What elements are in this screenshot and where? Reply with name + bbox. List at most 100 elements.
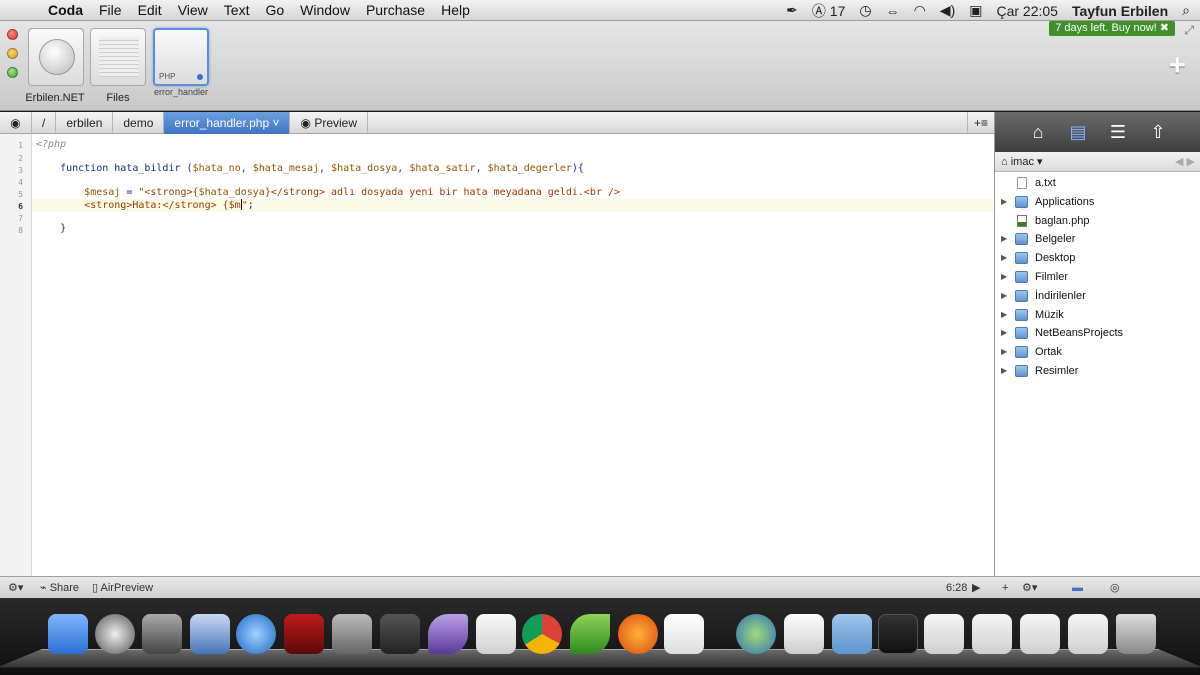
java-icon[interactable] xyxy=(664,614,704,654)
system-preferences-icon[interactable] xyxy=(332,614,372,654)
disclosure-triangle-icon[interactable]: ▶ xyxy=(1001,193,1007,211)
menu-help[interactable]: Help xyxy=(433,2,478,18)
time-machine-icon[interactable]: ◷ xyxy=(859,2,871,19)
breadcrumb-active-file[interactable]: error_handler.php ˅ xyxy=(164,111,291,134)
document-icon[interactable]: ☰ xyxy=(1105,119,1131,145)
volume-icon[interactable]: ◀) xyxy=(940,2,955,19)
preview-eye-icon: ◉ xyxy=(300,115,311,130)
pen-icon[interactable]: ✒ xyxy=(786,2,798,19)
window-thumbnail-icon[interactable] xyxy=(1020,614,1060,654)
disclosure-triangle-icon[interactable]: ▶ xyxy=(1001,362,1007,380)
play-icon[interactable]: ▶ xyxy=(972,577,980,599)
home-icon[interactable]: ⌂ xyxy=(1025,119,1051,145)
airpreview-button[interactable]: ▯ AirPreview xyxy=(92,577,153,599)
location-bar[interactable]: ⌂ imac ▾ ◀ ▶ xyxy=(995,152,1200,172)
file-name: a.txt xyxy=(1035,177,1056,189)
document-stack-icon[interactable] xyxy=(784,614,824,654)
file-row[interactable]: ▶ NetBeansProjects xyxy=(995,324,1200,342)
file-row[interactable]: ▶ Ortak xyxy=(995,343,1200,361)
add-file-icon[interactable]: + xyxy=(1002,577,1008,599)
file-row[interactable]: ▶ Desktop xyxy=(995,249,1200,267)
window-thumbnail-icon[interactable] xyxy=(1068,614,1108,654)
adobe-status-item[interactable]: Ⓐ 17 xyxy=(812,1,845,21)
menu-go[interactable]: Go xyxy=(257,2,292,18)
menu-edit[interactable]: Edit xyxy=(130,2,170,18)
itunes-icon[interactable] xyxy=(236,614,276,654)
network-globe-icon[interactable] xyxy=(736,614,776,654)
nav-arrows[interactable]: ◀ ▶ xyxy=(1175,152,1195,172)
window-thumbnail-icon[interactable] xyxy=(878,614,918,654)
menu-view[interactable]: View xyxy=(170,2,216,18)
menu-purchase[interactable]: Purchase xyxy=(358,2,433,18)
share-button[interactable]: ⌁ Share xyxy=(40,577,79,599)
close-window-button[interactable] xyxy=(7,29,18,40)
menu-app-name[interactable]: Coda xyxy=(40,2,91,18)
mail-stamp-icon[interactable] xyxy=(190,614,230,654)
code-editor[interactable]: 1 2 3 4 5 6 7 8 <?php function hata_bild… xyxy=(0,134,994,576)
mission-control-icon[interactable] xyxy=(142,614,182,654)
battery-icon[interactable]: ▣ xyxy=(969,2,982,19)
disclosure-triangle-icon[interactable]: ▶ xyxy=(1001,324,1007,342)
site-erbilen-thumbnail[interactable] xyxy=(28,28,84,86)
disclosure-triangle-icon[interactable]: ▶ xyxy=(1001,306,1007,324)
trash-icon[interactable] xyxy=(1116,614,1156,654)
file-row[interactable]: ▶ Applications xyxy=(995,193,1200,211)
error-handler-thumbnail[interactable]: PHP xyxy=(153,28,209,86)
zoom-window-button[interactable] xyxy=(7,67,18,78)
textedit-icon[interactable] xyxy=(476,614,516,654)
menu-text[interactable]: Text xyxy=(216,2,258,18)
trial-badge[interactable]: 7 days left. Buy now! ✖ xyxy=(1049,21,1175,36)
window-thumbnail-icon[interactable] xyxy=(924,614,964,654)
firefox-icon[interactable] xyxy=(618,614,658,654)
launchpad-icon[interactable] xyxy=(95,614,135,654)
window-thumbnail-icon[interactable] xyxy=(972,614,1012,654)
user-name[interactable]: Tayfun Erbilen xyxy=(1072,3,1168,19)
finder-icon[interactable] xyxy=(48,614,88,654)
file-row[interactable]: ▶ Belgeler xyxy=(995,230,1200,248)
file-row[interactable]: ▶ İndirilenler xyxy=(995,287,1200,305)
leaf-icon[interactable] xyxy=(570,614,610,654)
sync-icon[interactable]: ⇔ xyxy=(886,3,900,19)
file-row[interactable]: ▶ Filmler xyxy=(995,268,1200,286)
sublime-text-icon[interactable] xyxy=(380,614,420,654)
files-icon[interactable]: ▤ xyxy=(1065,119,1091,145)
back-arrow-icon[interactable]: ◀ xyxy=(1175,156,1183,168)
breadcrumb-erbilen[interactable]: erbilen xyxy=(56,111,114,134)
file-row[interactable]: ▶ Resimler xyxy=(995,362,1200,380)
files-thumbnail[interactable] xyxy=(90,28,146,86)
editor-tools-button[interactable]: +≡ xyxy=(966,112,988,134)
breadcrumb-root[interactable]: / xyxy=(32,111,57,134)
sidebar-gear-icon[interactable]: ⚙▾ xyxy=(1022,577,1037,599)
fullscreen-icon[interactable]: ⤢ xyxy=(1184,23,1194,38)
disclosure-triangle-icon[interactable]: ▶ xyxy=(1001,249,1007,267)
disk-icon[interactable]: ▬ xyxy=(1072,577,1083,599)
wifi-icon[interactable]: ◠ xyxy=(914,2,926,19)
settings-gear-icon[interactable]: ⚙▾ xyxy=(8,577,23,599)
disclosure-triangle-icon[interactable]: ▶ xyxy=(1001,287,1007,305)
menu-window[interactable]: Window xyxy=(292,2,358,18)
disclosure-triangle-icon[interactable]: ▶ xyxy=(1001,268,1007,286)
file-row[interactable]: a.txt xyxy=(995,174,1200,192)
clock[interactable]: Çar 22:05 xyxy=(996,3,1057,19)
preview-button[interactable]: ◉ Preview xyxy=(290,111,368,134)
quill-icon[interactable] xyxy=(428,614,468,654)
line-number: 5 xyxy=(18,190,23,199)
folder-stack-icon[interactable] xyxy=(832,614,872,654)
photo-booth-icon[interactable] xyxy=(284,614,324,654)
chrome-icon[interactable] xyxy=(522,614,562,654)
chevron-down-icon[interactable]: ▾ xyxy=(1037,156,1043,168)
forward-arrow-icon[interactable]: ▶ xyxy=(1187,156,1195,168)
minimize-window-button[interactable] xyxy=(7,48,18,59)
code-line: } xyxy=(36,223,67,234)
disclosure-triangle-icon[interactable]: ▶ xyxy=(1001,230,1007,248)
activity-icon[interactable]: ◎ xyxy=(1110,577,1120,599)
spotlight-search-icon[interactable]: ⌕ xyxy=(1182,2,1190,19)
menu-file[interactable]: File xyxy=(91,2,130,18)
file-row[interactable]: ▶ Müzik xyxy=(995,306,1200,324)
add-site-button[interactable]: + xyxy=(1168,49,1186,83)
publish-icon[interactable]: ⇧ xyxy=(1145,119,1171,145)
disclosure-triangle-icon[interactable]: ▶ xyxy=(1001,343,1007,361)
eye-icon[interactable]: ◉ xyxy=(0,111,32,134)
file-row[interactable]: baglan.php xyxy=(995,212,1200,230)
breadcrumb-demo[interactable]: demo xyxy=(113,111,165,134)
